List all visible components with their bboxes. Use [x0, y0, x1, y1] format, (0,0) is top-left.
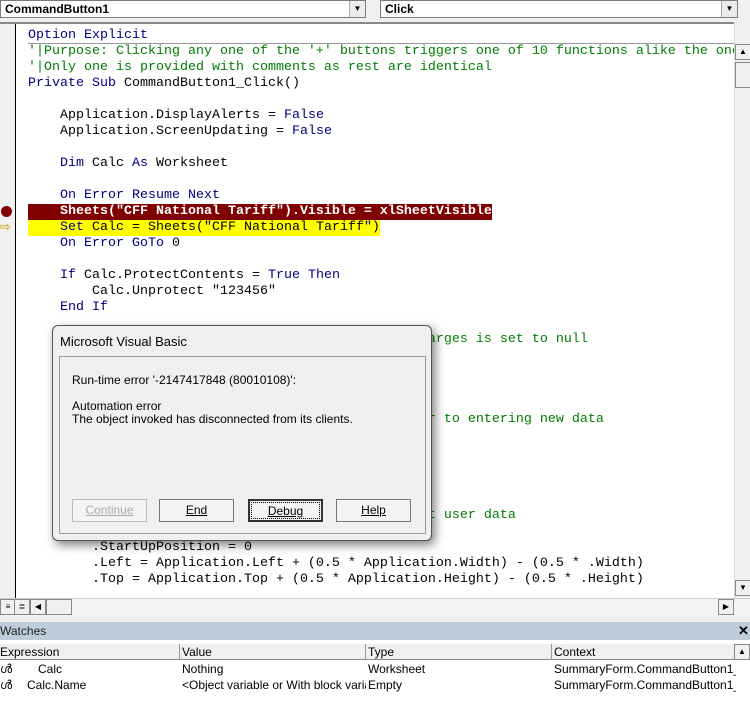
- code-line[interactable]: Calc.Unprotect "123456": [28, 284, 734, 300]
- object-dropdown[interactable]: CommandButton1 ▼: [0, 0, 366, 18]
- code-line[interactable]: [28, 140, 734, 156]
- execution-arrow-icon: ⇨: [0, 219, 11, 234]
- horizontal-scrollbar[interactable]: ≡ ≣ ◀ ▶: [0, 598, 750, 616]
- error-code: Run-time error '-2147417848 (80010108)':: [72, 373, 297, 387]
- scroll-down-button[interactable]: ▼: [735, 580, 750, 596]
- code-line[interactable]: Private Sub CommandButton1_Click(): [28, 76, 734, 92]
- code-token: Sheets("CFF National Tariff").Visible = …: [28, 204, 492, 219]
- code-line[interactable]: '|Only one is provided with comments as …: [28, 60, 734, 76]
- column-value[interactable]: Value: [180, 644, 366, 660]
- code-line[interactable]: On Error Resume Next: [28, 188, 734, 204]
- watch-value: Nothing: [182, 662, 224, 676]
- watch-row[interactable]: ൾ Calc Nothing Worksheet SummaryForm.Com…: [0, 661, 750, 677]
- keyword-token: Option Explicit: [28, 28, 148, 43]
- code-token: CommandButton1_Click(): [123, 76, 300, 91]
- watch-type: Worksheet: [368, 662, 426, 676]
- watch-context: SummaryForm.CommandButton1_Click: [554, 678, 736, 692]
- margin-indicator-bar[interactable]: ⇨: [0, 24, 16, 598]
- watches-title: Watches: [0, 622, 750, 640]
- scroll-left-button[interactable]: ◀: [30, 599, 46, 615]
- code-token: Worksheet: [156, 156, 228, 171]
- scroll-right-button[interactable]: ▶: [718, 599, 734, 615]
- watch-row[interactable]: ൾ Calc.Name <Object variable or With blo…: [0, 677, 750, 693]
- keyword-token: False: [291, 124, 332, 139]
- code-line[interactable]: Option Explicit: [28, 28, 734, 44]
- hscroll-thumb[interactable]: [46, 599, 72, 615]
- procedure-dropdown-value: Click: [385, 2, 414, 16]
- watch-expression: Calc.Name: [27, 678, 87, 692]
- code-token: Calc.Unprotect "123456": [28, 284, 276, 299]
- procedure-dropdown[interactable]: Click ▼: [380, 0, 738, 18]
- code-line[interactable]: [28, 92, 734, 108]
- code-token: .Top = Application.Top + (0.5 * Applicat…: [28, 572, 644, 587]
- end-button[interactable]: End: [159, 499, 234, 522]
- code-token: .Left = Application.Left + (0.5 * Applic…: [28, 556, 644, 571]
- dialog-title: Microsoft Visual Basic: [60, 334, 187, 349]
- watches-scroll-up[interactable]: ▲: [734, 644, 750, 660]
- code-token: Application.ScreenUpdating =: [28, 124, 292, 139]
- debug-button[interactable]: Debug: [248, 499, 323, 522]
- column-expression[interactable]: Expression: [0, 644, 180, 660]
- object-dropdown-value: CommandButton1: [5, 2, 109, 16]
- dialog-body: Run-time error '-2147417848 (80010108)':…: [59, 356, 426, 534]
- column-type[interactable]: Type: [366, 644, 552, 660]
- watch-context: SummaryForm.CommandButton1_Click: [554, 662, 736, 676]
- keyword-token: True Then: [267, 268, 340, 283]
- code-line[interactable]: [28, 172, 734, 188]
- breakpoint-icon[interactable]: [1, 206, 12, 217]
- code-line[interactable]: [28, 252, 734, 268]
- keyword-token: False: [283, 108, 324, 123]
- keyword-token: As: [132, 156, 156, 171]
- keyword-token: Dim: [28, 156, 92, 171]
- code-line[interactable]: End If: [28, 300, 734, 316]
- column-context[interactable]: Context: [552, 644, 735, 660]
- watch-value: <Object variable or With block variable: [182, 678, 366, 692]
- keyword-token: If: [28, 268, 84, 283]
- keyword-token: On Error GoTo: [28, 236, 172, 251]
- full-module-view-button[interactable]: ≣: [14, 599, 30, 615]
- runtime-error-dialog: Microsoft Visual Basic Run-time error '-…: [52, 325, 432, 541]
- watches-window: Watches ✕ Expression Value Type Context …: [0, 622, 750, 716]
- keyword-token: Private Sub: [28, 76, 124, 91]
- chevron-down-icon[interactable]: ▼: [721, 1, 737, 17]
- chevron-down-icon[interactable]: ▼: [349, 1, 365, 17]
- code-line[interactable]: .Left = Application.Left + (0.5 * Applic…: [28, 556, 734, 572]
- code-line[interactable]: Application.ScreenUpdating = False: [28, 124, 734, 140]
- code-line[interactable]: .StartUpPosition = 0: [28, 540, 734, 556]
- keyword-token: Set: [28, 220, 92, 235]
- current-execution-line[interactable]: Set Calc = Sheets("CFF National Tariff"): [28, 220, 380, 236]
- continue-button[interactable]: Continue: [72, 499, 147, 522]
- code-line[interactable]: If Calc.ProtectContents = True Then: [28, 268, 734, 284]
- vertical-scrollbar[interactable]: ▲ ▼: [734, 22, 750, 598]
- code-line[interactable]: .Top = Application.Top + (0.5 * Applicat…: [28, 572, 734, 588]
- watch-expression: Calc: [38, 662, 63, 676]
- comment-token: '|Purpose: Clicking any one of the '+' b…: [28, 44, 734, 59]
- breakpoint-line[interactable]: Sheets("CFF National Tariff").Visible = …: [28, 204, 492, 220]
- code-token: Application.DisplayAlerts =: [28, 108, 284, 123]
- keyword-token: End If: [28, 300, 108, 315]
- code-token: Calc: [92, 156, 132, 171]
- code-token: .StartUpPosition = 0: [28, 540, 252, 555]
- watch-glasses-icon: ൾ: [0, 662, 13, 676]
- keyword-token: On Error Resume Next: [28, 188, 220, 203]
- error-message: The object invoked has disconnected from…: [72, 412, 353, 426]
- code-line[interactable]: Dim Calc As Worksheet: [28, 156, 734, 172]
- watch-glasses-icon: ൾ: [0, 678, 13, 692]
- code-token: 0: [171, 236, 180, 251]
- error-title: Automation error: [72, 399, 162, 413]
- code-line[interactable]: On Error GoTo 0: [28, 236, 734, 252]
- scroll-up-button[interactable]: ▲: [735, 44, 750, 60]
- close-icon[interactable]: ✕: [738, 624, 750, 638]
- help-button[interactable]: Help: [336, 499, 411, 522]
- code-line[interactable]: '|Purpose: Clicking any one of the '+' b…: [28, 44, 734, 60]
- code-line[interactable]: Application.DisplayAlerts = False: [28, 108, 734, 124]
- code-token: Calc = Sheets("CFF National Tariff"): [92, 220, 380, 235]
- scroll-thumb[interactable]: [735, 62, 750, 88]
- watches-header: Expression Value Type Context: [0, 644, 750, 660]
- watch-type: Empty: [368, 678, 403, 692]
- code-token: Calc.ProtectContents =: [84, 268, 268, 283]
- comment-token: '|Only one is provided with comments as …: [28, 60, 492, 75]
